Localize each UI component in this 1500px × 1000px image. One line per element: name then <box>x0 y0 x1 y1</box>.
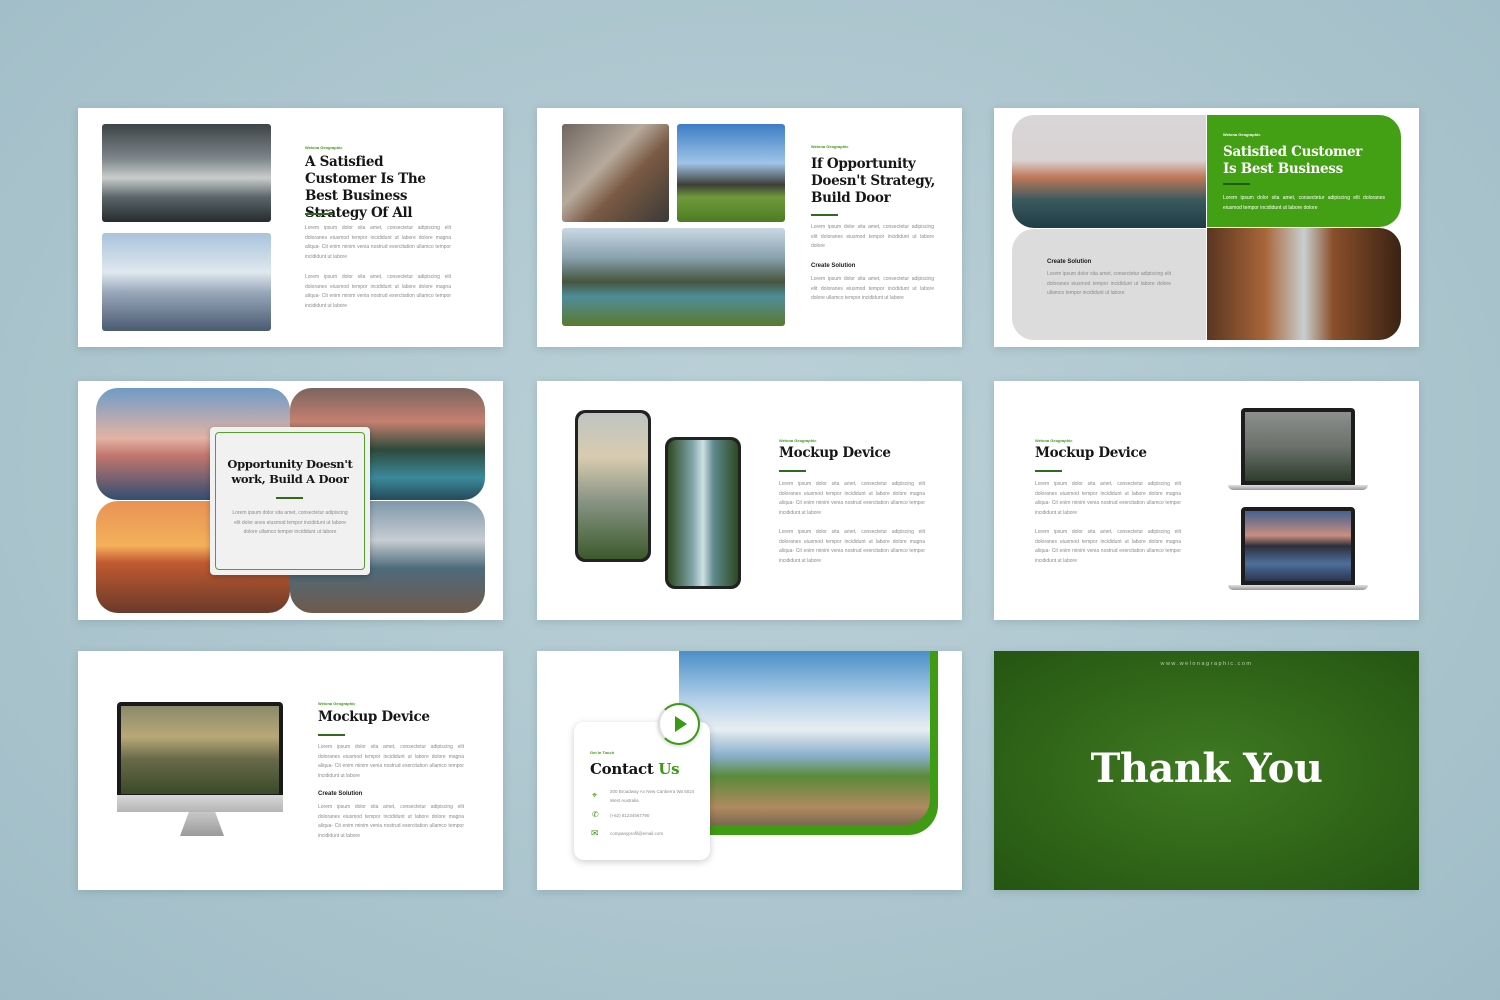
paragraph: Lorem ipsum dolor sita amet, consectetur… <box>1035 481 1181 516</box>
slide-title: Contact Us <box>590 761 710 778</box>
brand-tag: Welona Geographic <box>1223 132 1261 137</box>
paragraph: Lorem ipsum dolor sita amet, consectetur… <box>811 224 934 250</box>
sculpture-landscape-image <box>679 651 930 825</box>
card-border: Opportunity Doesn't work, Build A Door L… <box>215 432 365 570</box>
title-underline <box>779 470 806 472</box>
stormy-sky-image <box>102 124 271 222</box>
monitor-chin <box>117 795 283 812</box>
center-card: Opportunity Doesn't work, Build A Door L… <box>210 427 370 575</box>
slide-opportunity-strategy[interactable]: Welona Geographic If Opportunity Doesn't… <box>537 108 962 347</box>
slide-contact-us[interactable]: Get In Touch Contact Us ⌖ 200 Broadway A… <box>537 651 962 890</box>
title-underline <box>1035 470 1062 472</box>
paragraph: Lorem ipsum dolor sita amet, consectetur… <box>1047 271 1171 297</box>
subheading: Create Solution <box>811 263 856 269</box>
thank-you-title: Thank You <box>1090 745 1323 792</box>
paragraph: Lorem ipsum dolor sita amet, consectetur… <box>779 529 925 564</box>
brand-tag: Welona Geographic <box>1035 438 1073 443</box>
green-title-panel: Welona Geographic Satisfied Customer Is … <box>1207 115 1401 227</box>
slide-mockup-phones[interactable]: Welona Geographic Mockup Device Lorem ip… <box>537 381 962 620</box>
slide-title: Mockup Device <box>318 709 430 725</box>
title-underline <box>318 734 345 736</box>
laptop-mockup-forest <box>1241 408 1355 485</box>
title-underline <box>811 214 838 216</box>
monitor-stand <box>180 812 224 836</box>
canyon-image <box>1207 228 1401 340</box>
phone-mockup-misty <box>575 410 651 562</box>
title-underline <box>276 497 303 499</box>
slide-mockup-monitor[interactable]: Welona Geographic Mockup Device Lorem ip… <box>78 651 503 890</box>
snowy-mountain-image <box>102 233 271 331</box>
grey-text-panel: Create Solution Lorem ipsum dolor sita a… <box>1012 229 1206 340</box>
play-button[interactable] <box>658 703 700 745</box>
phone-mockup-waterfall <box>665 437 741 589</box>
rocky-mountain-image <box>562 124 669 222</box>
slide-satisfied-customer[interactable]: Welona Geographic A Satisfied Customer I… <box>78 108 503 347</box>
contact-email: companyprofil@email.com <box>610 831 664 836</box>
slide-thank-you[interactable]: www.welonagraphic.com Thank You <box>994 651 1419 890</box>
laptop-base <box>1228 585 1368 590</box>
brand-tag: Welona Geographic <box>811 144 849 149</box>
slide-opportunity-door[interactable]: Opportunity Doesn't work, Build A Door L… <box>78 381 503 620</box>
paragraph: Lorem ipsum dolor sita amet, consectetur… <box>811 276 934 302</box>
subheading: Create Solution <box>318 791 363 797</box>
contact-tag: Get In Touch <box>590 750 615 755</box>
title-underline <box>1223 183 1250 185</box>
slide-title: Opportunity Doesn't work, Build A Door <box>227 457 353 486</box>
paragraph: Lorem ipsum dolor sita amet, consectetur… <box>305 274 451 309</box>
email-icon: ✉ <box>591 828 599 838</box>
paragraph: Lorem ipsum dolor sita amet, consectetur… <box>1035 529 1181 564</box>
brand-tag: Welona Geographic <box>305 145 343 150</box>
title-underline <box>305 213 332 215</box>
phone-icon: ✆ <box>592 810 599 819</box>
slide-title: Mockup Device <box>779 445 891 461</box>
paragraph: Lorem ipsum dolor sita amet, consectetur… <box>779 481 925 516</box>
slide-title: If Opportunity Doesn't Strategy, Build D… <box>811 156 936 206</box>
contact-card: Get In Touch Contact Us ⌖ 200 Broadway A… <box>574 722 710 860</box>
location-pin-icon: ⌖ <box>592 790 598 800</box>
slide-satisfied-best-business[interactable]: Welona Geographic Satisfied Customer Is … <box>994 108 1419 347</box>
fjord-valley-image <box>562 228 785 326</box>
contact-address: 200 Broadway Av New Canberra Wa 5024 Wes… <box>610 789 695 803</box>
stonehenge-image <box>677 124 785 222</box>
laptop-base <box>1228 485 1368 490</box>
slide-title: Mockup Device <box>1035 445 1147 461</box>
paragraph: Lorem ipsum dolor sita amet, consectetur… <box>318 744 464 779</box>
paragraph: Lorem ipsum dolor sita amet, consectetur… <box>1223 195 1385 211</box>
play-icon <box>675 716 687 732</box>
paragraph: Lorem ipsum dolor sita amet, consectetur… <box>305 225 451 260</box>
slide-title: Satisfied Customer Is Best Business <box>1223 144 1363 177</box>
brand-tag: Welona Geographic <box>779 438 817 443</box>
slide-title: A Satisfied Customer Is The Best Busines… <box>305 154 426 221</box>
title-us: Us <box>658 760 680 778</box>
alpenglow-peak-image <box>1012 115 1206 228</box>
website-url: www.welonagraphic.com <box>1160 661 1253 667</box>
brand-tag: Welona Geographic <box>318 701 356 706</box>
laptop-mockup-harbor <box>1241 507 1355 585</box>
title-contact: Contact <box>590 760 654 778</box>
paragraph: Lorem ipsum dolor sita amet, consectetur… <box>232 510 348 536</box>
subheading: Create Solution <box>1047 259 1092 265</box>
slide-mockup-laptops[interactable]: Welona Geographic Mockup Device Lorem ip… <box>994 381 1419 620</box>
paragraph: Lorem ipsum dolor sita amet, consectetur… <box>318 804 464 839</box>
contact-phone: (+62) 81234567790 <box>610 813 650 818</box>
